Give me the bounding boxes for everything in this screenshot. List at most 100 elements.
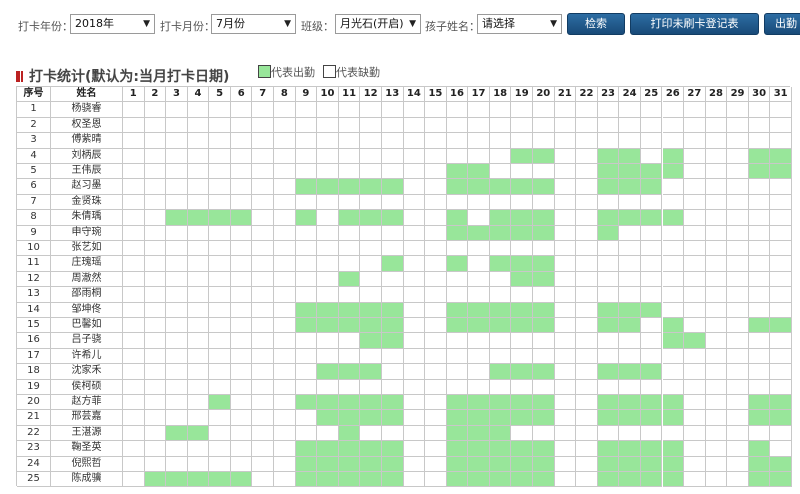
attendance-absent-cell xyxy=(166,441,188,457)
attendance-present-cell xyxy=(317,318,339,334)
attendance-absent-cell xyxy=(468,148,490,164)
header-day: 31 xyxy=(770,87,792,103)
search-button[interactable]: 检索 xyxy=(567,13,625,35)
attendance-absent-cell xyxy=(748,425,771,442)
attendance-absent-cell xyxy=(252,318,275,334)
row-index: 11 xyxy=(17,256,51,272)
month-select[interactable]: 7月份 ▼ xyxy=(211,14,296,34)
attendance-absent-cell xyxy=(554,287,577,303)
attendance-present-cell xyxy=(446,164,469,180)
attendance-absent-cell xyxy=(619,133,641,149)
attendance-absent-cell xyxy=(576,456,598,472)
attendance-absent-cell xyxy=(230,179,253,195)
attendance-absent-cell xyxy=(597,379,620,395)
student-name: 赵方菲 xyxy=(51,395,123,411)
attendance-present-cell xyxy=(360,441,382,457)
attendance-absent-cell xyxy=(144,117,167,134)
header-day: 11 xyxy=(338,87,361,103)
attendance-absent-cell xyxy=(252,210,275,226)
attendance-absent-cell xyxy=(597,271,620,288)
attendance-absent-cell xyxy=(425,133,447,149)
attendance-absent-cell xyxy=(403,287,426,303)
attendance-absent-cell xyxy=(123,164,145,180)
attendance-absent-cell xyxy=(123,364,145,380)
attendance-present-cell xyxy=(360,333,382,349)
attendance-absent-cell xyxy=(123,179,145,195)
attendance-absent-cell xyxy=(209,287,231,303)
attendance-present-cell xyxy=(597,472,620,488)
attendance-present-cell xyxy=(317,364,339,380)
child-select[interactable]: 请选择 ▼ xyxy=(477,14,562,34)
title-marker-icon xyxy=(16,71,20,82)
attendance-present-cell xyxy=(468,225,490,241)
attendance-absent-cell xyxy=(274,425,296,442)
row-index: 1 xyxy=(17,102,51,118)
attendance-present-cell xyxy=(295,179,318,195)
student-name: 吕子骁 xyxy=(51,333,123,349)
student-name: 权圣恩 xyxy=(51,117,123,134)
attendance-absent-cell xyxy=(252,364,275,380)
attendance-absent-cell xyxy=(425,210,447,226)
export-attendance-button[interactable]: 出勤 xyxy=(764,13,800,35)
attendance-absent-cell xyxy=(511,287,534,303)
attendance-absent-cell xyxy=(425,287,447,303)
attendance-absent-cell xyxy=(554,271,577,288)
attendance-absent-cell xyxy=(360,287,382,303)
attendance-present-cell xyxy=(662,148,685,164)
attendance-present-cell xyxy=(360,410,382,426)
attendance-present-cell xyxy=(619,302,641,318)
attendance-absent-cell xyxy=(770,441,792,457)
attendance-present-cell xyxy=(381,179,404,195)
attendance-absent-cell xyxy=(295,271,318,288)
print-unpunched-button[interactable]: 打印未刷卡登记表 xyxy=(630,13,759,35)
attendance-absent-cell xyxy=(468,379,490,395)
legend-present: 代表出勤 xyxy=(258,64,315,80)
attendance-present-cell xyxy=(748,395,771,411)
attendance-absent-cell xyxy=(187,133,210,149)
attendance-absent-cell xyxy=(187,241,210,257)
attendance-absent-cell xyxy=(619,241,641,257)
class-select[interactable]: 月光石(开启) ▼ xyxy=(335,14,421,34)
attendance-present-cell xyxy=(489,441,512,457)
attendance-absent-cell xyxy=(727,287,749,303)
attendance-absent-cell xyxy=(209,333,231,349)
attendance-absent-cell xyxy=(511,117,534,134)
attendance-absent-cell xyxy=(770,241,792,257)
attendance-absent-cell xyxy=(640,148,663,164)
attendance-absent-cell xyxy=(446,379,469,395)
attendance-present-cell xyxy=(640,364,663,380)
attendance-present-cell xyxy=(317,302,339,318)
attendance-absent-cell xyxy=(230,318,253,334)
attendance-present-cell xyxy=(640,210,663,226)
attendance-absent-cell xyxy=(187,225,210,241)
attendance-present-cell xyxy=(597,148,620,164)
attendance-absent-cell xyxy=(684,117,706,134)
attendance-absent-cell xyxy=(468,194,490,211)
attendance-absent-cell xyxy=(317,271,339,288)
dropdown-arrow-icon: ▼ xyxy=(409,19,416,29)
attendance-absent-cell xyxy=(187,164,210,180)
attendance-present-cell xyxy=(381,456,404,472)
attendance-absent-cell xyxy=(511,241,534,257)
student-name: 巴馨如 xyxy=(51,318,123,334)
attendance-absent-cell xyxy=(252,102,275,118)
attendance-present-cell xyxy=(381,210,404,226)
year-select[interactable]: 2018年 ▼ xyxy=(70,14,155,34)
attendance-absent-cell xyxy=(619,348,641,365)
row-index: 22 xyxy=(17,425,51,442)
attendance-absent-cell xyxy=(705,333,728,349)
attendance-absent-cell xyxy=(705,287,728,303)
attendance-absent-cell xyxy=(381,287,404,303)
header-day: 14 xyxy=(403,87,426,103)
attendance-absent-cell xyxy=(770,179,792,195)
attendance-absent-cell xyxy=(252,302,275,318)
attendance-absent-cell xyxy=(295,225,318,241)
header-day: 12 xyxy=(360,87,382,103)
attendance-absent-cell xyxy=(209,302,231,318)
attendance-absent-cell xyxy=(360,425,382,442)
attendance-present-cell xyxy=(640,472,663,488)
attendance-absent-cell xyxy=(317,133,339,149)
attendance-absent-cell xyxy=(619,225,641,241)
attendance-present-cell xyxy=(770,318,792,334)
attendance-absent-cell xyxy=(317,225,339,241)
